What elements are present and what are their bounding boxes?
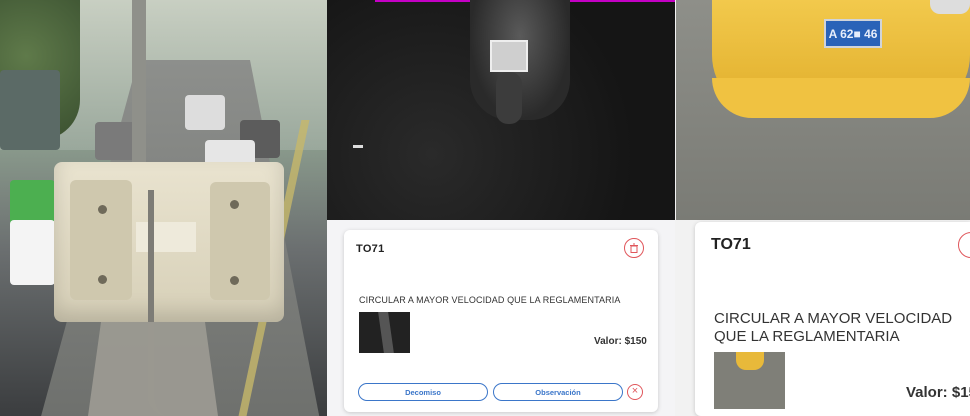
- car: [10, 220, 55, 285]
- close-circle-icon: ×: [631, 385, 639, 397]
- light-spot: [353, 145, 363, 148]
- infraction-code: TO71: [356, 243, 385, 255]
- motorcycle-plate: [490, 40, 528, 72]
- infraction-value: Valor: $15: [906, 384, 970, 401]
- camera-stand: [88, 322, 218, 416]
- taxi-bumper: [712, 78, 970, 118]
- traffic-camera-photo: [0, 0, 327, 416]
- taxi-tail-light: [930, 0, 970, 14]
- taxi-plate: A 62■ 46: [824, 19, 882, 48]
- motorcycle-wheel: [496, 72, 522, 124]
- bolt: [230, 276, 239, 285]
- trash-icon: [630, 243, 638, 253]
- infraction-value: Valor: $150: [594, 336, 647, 347]
- pole: [132, 0, 146, 170]
- infraction-thumbnail[interactable]: [359, 312, 410, 353]
- infraction-code: TO71: [711, 236, 751, 253]
- decomiso-button[interactable]: Decomiso: [358, 383, 488, 401]
- bolt: [230, 200, 239, 209]
- observacion-button[interactable]: Observación: [493, 383, 623, 401]
- delete-button[interactable]: [624, 238, 644, 258]
- infraction-description: CIRCULAR A MAYOR VELOCIDAD QUE LA REGLAM…: [714, 310, 953, 345]
- cancel-button[interactable]: ×: [627, 384, 643, 400]
- infraction-description: CIRCULAR A MAYOR VELOCIDAD QUE LA REGLAM…: [359, 295, 621, 305]
- camera-panel: [210, 182, 270, 300]
- infraction-thumbnail[interactable]: [714, 352, 785, 409]
- car: [185, 95, 225, 130]
- bolt: [98, 275, 107, 284]
- bolt: [98, 205, 107, 214]
- car: [0, 70, 60, 150]
- car: [95, 122, 137, 160]
